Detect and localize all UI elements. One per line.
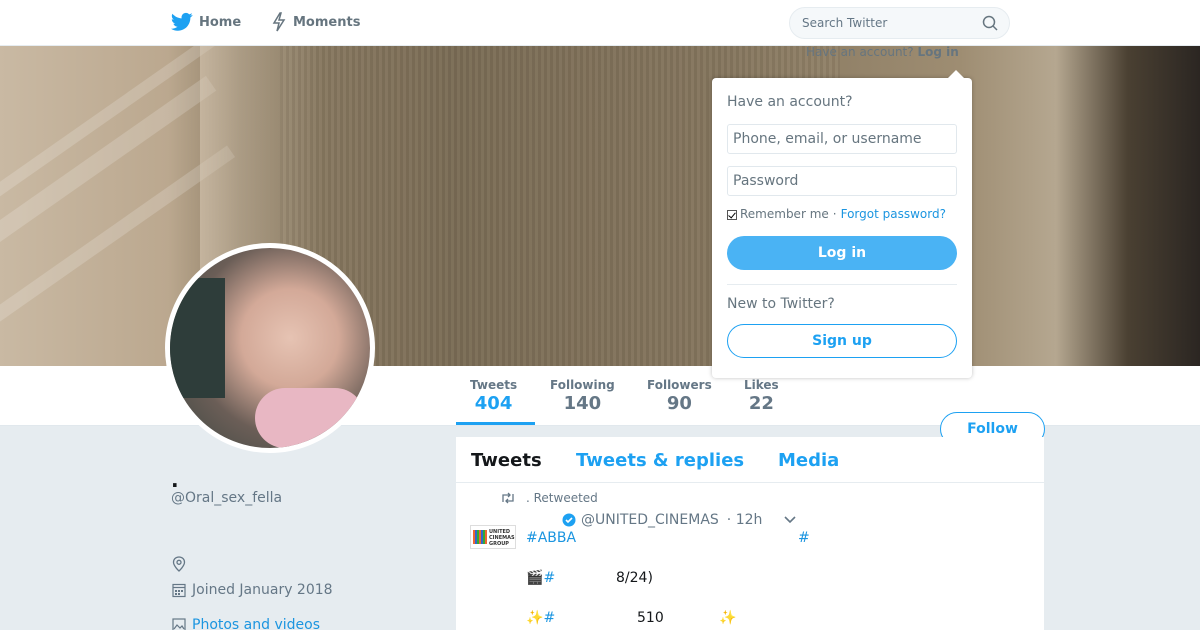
stat-label: Following — [550, 378, 615, 392]
separator: · — [832, 207, 837, 221]
nav-moments-label: Moments — [293, 14, 361, 30]
lightning-icon — [272, 12, 286, 32]
retweet-label: . Retweeted — [526, 491, 598, 505]
top-navigation: Home Moments — [0, 0, 1200, 46]
stat-tweets[interactable]: Tweets 404 — [470, 378, 517, 414]
password-field[interactable] — [727, 166, 957, 196]
tweet-text-line: # — [798, 530, 810, 546]
hashtag[interactable]: # — [543, 570, 555, 586]
tweet-text-fragment: 510 — [637, 610, 664, 626]
clapper-emoji: 🎬 — [526, 570, 544, 586]
photos-videos-label: Photos and videos — [192, 617, 321, 630]
location-icon — [172, 556, 186, 572]
login-link[interactable]: Log in — [917, 45, 958, 59]
verified-badge-icon — [562, 513, 576, 527]
tweet-text-line: 🎬# — [526, 570, 555, 586]
stat-following[interactable]: Following 140 — [550, 378, 615, 414]
tweet-text-fragment: 8/24) — [616, 570, 653, 586]
photos-videos-link[interactable]: Photos and videos — [172, 617, 320, 630]
signup-button[interactable]: Sign up — [727, 324, 957, 358]
stat-label: Followers — [647, 378, 712, 392]
have-account-prompt: Have an account? Log in — [806, 45, 959, 59]
dropdown-caret — [948, 70, 964, 78]
tab-tweets[interactable]: Tweets — [471, 450, 542, 471]
search-icon[interactable] — [982, 15, 998, 31]
remember-row: Remember me · Forgot password? — [727, 207, 946, 221]
stat-value: 22 — [748, 393, 774, 414]
chevron-down-icon[interactable] — [783, 515, 797, 525]
profile-handle[interactable]: @Oral_sex_fella — [171, 490, 282, 506]
avatar-logo-text: UNITED CINEMAS GROUP — [489, 529, 515, 547]
nav-home[interactable]: Home — [171, 12, 241, 32]
timeline: Tweets Tweets & replies Media . Retweete… — [456, 437, 1044, 630]
tweet-author-handle[interactable]: @UNITED_CINEMAS — [581, 512, 719, 528]
retweet-icon — [502, 492, 514, 504]
stat-label: Tweets — [470, 378, 518, 392]
hashtag[interactable]: # — [543, 610, 555, 626]
calendar-icon — [172, 583, 186, 598]
joined-date: Joined January 2018 — [172, 582, 333, 598]
remember-label[interactable]: Remember me — [740, 207, 829, 221]
divider — [727, 284, 957, 285]
profile-name: . — [171, 468, 179, 492]
active-stat-indicator — [456, 422, 535, 425]
sparkles-emoji: ✨ — [526, 610, 544, 626]
timeline-tabs: Tweets Tweets & replies Media — [456, 437, 1044, 483]
tab-media[interactable]: Media — [778, 450, 839, 471]
nav-home-label: Home — [199, 14, 242, 30]
stat-value: 140 — [563, 393, 602, 414]
hashtag[interactable]: #ABBA — [526, 530, 576, 546]
tweet-timestamp[interactable]: · 12h — [727, 512, 763, 528]
stat-value: 90 — [666, 393, 692, 414]
stat-followers[interactable]: Followers 90 — [647, 378, 712, 414]
nav-moments[interactable]: Moments — [271, 12, 360, 32]
tweet-text-line: ✨# — [526, 610, 555, 626]
tweet-author-avatar[interactable]: UNITED CINEMAS GROUP — [470, 525, 516, 549]
stat-value: 404 — [474, 393, 513, 414]
twitter-bird-icon — [171, 12, 193, 31]
tweet-header: @UNITED_CINEMAS · 12h — [562, 512, 762, 528]
search-box — [789, 7, 1010, 39]
sparkles-emoji: ✨ — [719, 610, 737, 626]
login-dropdown: Have an account? Remember me · Forgot pa… — [712, 70, 972, 378]
tweet-text-line: #ABBA — [526, 530, 576, 546]
stat-label: Likes — [744, 378, 779, 392]
hashtag[interactable]: # — [798, 530, 810, 546]
login-title: Have an account? — [727, 94, 853, 110]
joined-text: Joined January 2018 — [192, 582, 333, 598]
username-field[interactable] — [727, 124, 957, 154]
search-input[interactable] — [802, 8, 972, 38]
image-icon — [172, 618, 186, 630]
forgot-password-link[interactable]: Forgot password? — [841, 207, 946, 221]
login-button[interactable]: Log in — [727, 236, 957, 270]
tab-tweets-replies[interactable]: Tweets & replies — [576, 450, 744, 471]
avatar[interactable] — [165, 243, 375, 453]
new-to-twitter-label: New to Twitter? — [727, 296, 835, 312]
have-account-text: Have an account? — [806, 45, 914, 59]
retweet-context: . Retweeted — [500, 491, 598, 505]
remember-checkbox[interactable] — [727, 210, 737, 220]
stat-likes[interactable]: Likes 22 — [744, 378, 779, 414]
